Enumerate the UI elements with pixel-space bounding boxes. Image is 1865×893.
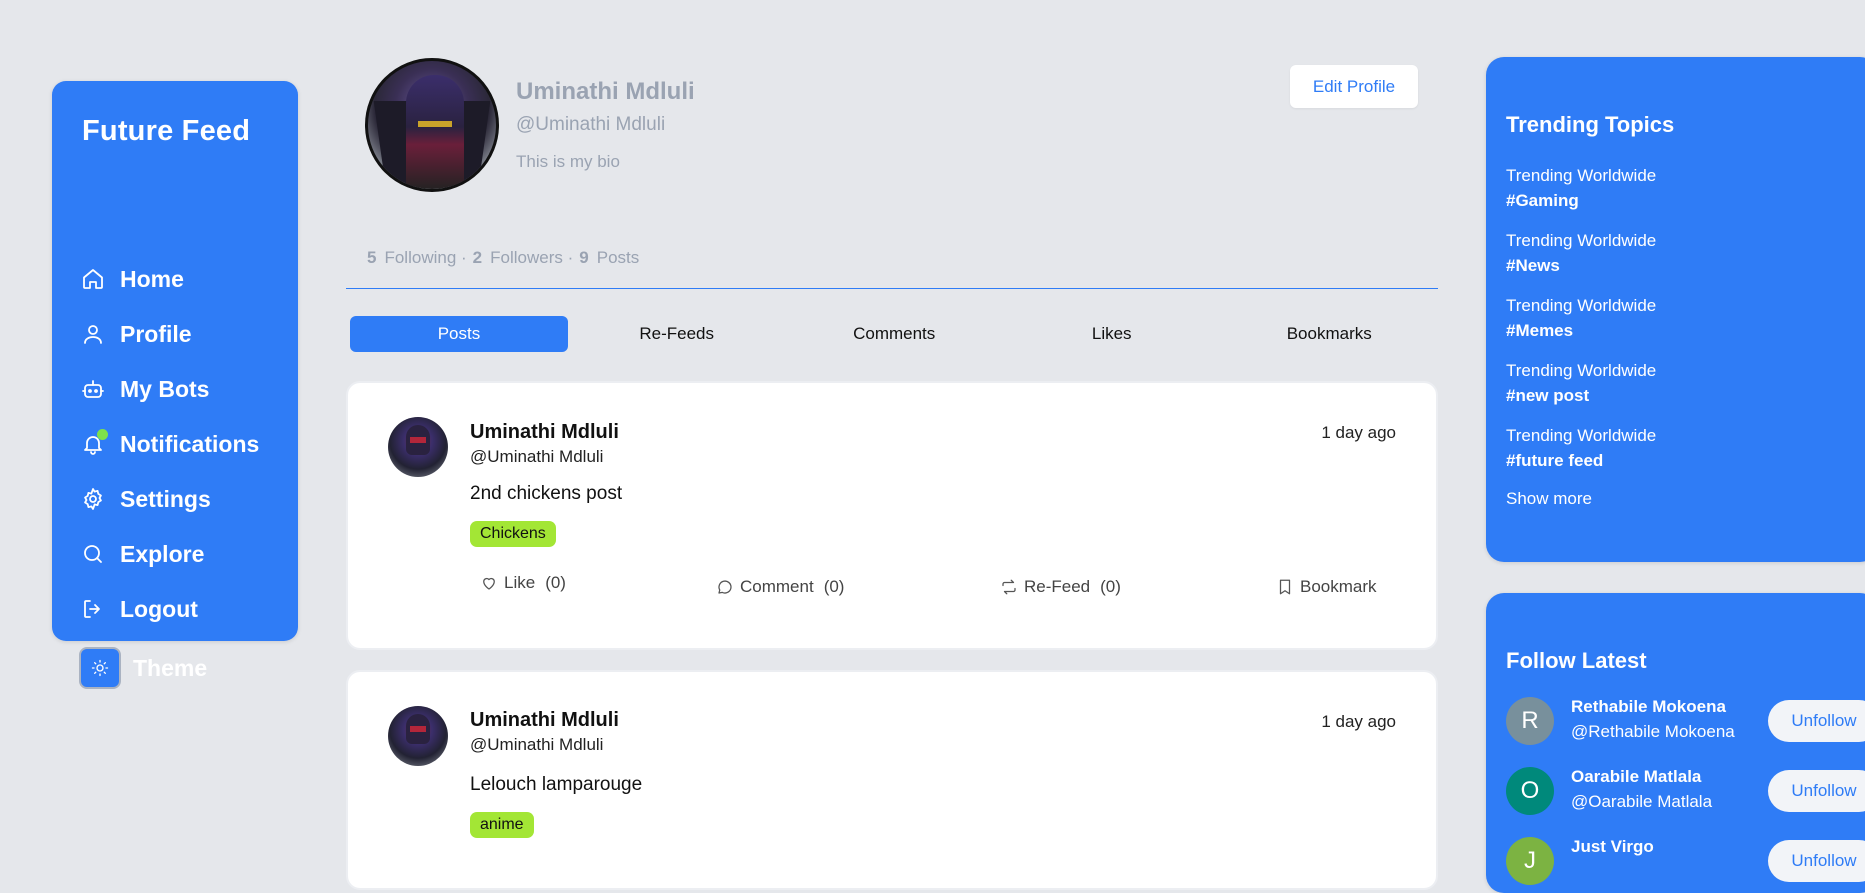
nav-item-explore[interactable]: Explore (80, 534, 204, 574)
trending-topics-card: Trending Topics Trending Worldwide #Gamin… (1486, 57, 1865, 562)
profile-handle: @Uminathi Mdluli (516, 114, 666, 135)
nav-label-notifications: Notifications (120, 430, 260, 457)
following-stat[interactable]: 5 Following · (367, 248, 467, 268)
post-timestamp: 1 day ago (1321, 712, 1396, 731)
brand-title: Future Feed (82, 115, 251, 147)
repost-icon (1002, 579, 1016, 595)
trending-item[interactable]: Trending Worldwide #Gaming (1506, 163, 1656, 213)
follow-user-row: J Just Virgo Unfollow (1506, 835, 1865, 887)
tab-re-feeds[interactable]: Re-Feeds (568, 316, 786, 352)
nav-item-profile[interactable]: Profile (80, 314, 192, 354)
nav-item-my-bots[interactable]: My Bots (80, 369, 209, 409)
post-author-handle: @Uminathi Mdluli (470, 735, 604, 754)
post-author-handle: @Uminathi Mdluli (470, 447, 604, 466)
tab-likes[interactable]: Likes (1003, 316, 1221, 352)
profile-tabs: Posts Re-Feeds Comments Likes Bookmarks (350, 316, 1438, 352)
logout-icon (80, 596, 106, 622)
user-avatar[interactable]: R (1506, 697, 1554, 745)
bookmark-icon (1279, 579, 1291, 595)
sidebar: Future Feed Home Profile My Bots Notific… (52, 81, 298, 689)
sun-icon (91, 659, 109, 677)
user-icon (80, 321, 106, 347)
tab-posts[interactable]: Posts (350, 316, 568, 352)
followers-stat[interactable]: 2 Followers · (473, 248, 574, 268)
post-card: Uminathi Mdluli @Uminathi Mdluli 1 day a… (346, 670, 1438, 890)
trending-item[interactable]: Trending Worldwide #News (1506, 228, 1656, 278)
post-tag[interactable]: anime (470, 812, 534, 838)
user-avatar[interactable]: O (1506, 767, 1554, 815)
tab-bookmarks[interactable]: Bookmarks (1220, 316, 1438, 352)
post-author-name[interactable]: Uminathi Mdluli (470, 709, 619, 732)
nav-label-theme: Theme (133, 654, 208, 681)
nav-label-settings: Settings (120, 485, 211, 512)
trending-item[interactable]: Trending Worldwide #future feed (1506, 423, 1656, 473)
user-avatar[interactable]: J (1506, 837, 1554, 885)
post-text: 2nd chickens post (470, 483, 623, 504)
user-name[interactable]: Just Virgo (1571, 837, 1654, 857)
unfollow-button[interactable]: Unfollow (1768, 840, 1865, 882)
profile-avatar[interactable] (365, 58, 499, 192)
user-name[interactable]: Oarabile Matlala (1571, 767, 1701, 787)
nav-label-profile: Profile (120, 320, 192, 347)
edit-profile-button[interactable]: Edit Profile (1290, 65, 1418, 108)
bell-icon (80, 429, 108, 457)
nav-label-explore: Explore (120, 540, 205, 567)
notification-badge-dot (97, 429, 108, 440)
profile-bio: This is my bio (516, 152, 620, 171)
user-name[interactable]: Rethabile Mokoena (1571, 697, 1726, 717)
nav-item-theme[interactable]: Theme (79, 647, 208, 689)
user-handle: @Rethabile Mokoena (1571, 722, 1735, 741)
follow-latest-card: Follow Latest R Rethabile Mokoena @Retha… (1486, 593, 1865, 893)
posts-stat: 9 Posts (579, 248, 640, 267)
post-avatar[interactable] (388, 417, 448, 477)
profile-name: Uminathi Mdluli (516, 78, 695, 105)
post-author-name[interactable]: Uminathi Mdluli (470, 421, 619, 444)
bookmark-button[interactable]: Bookmark (1276, 577, 1377, 597)
follow-user-row: O Oarabile Matlala @Oarabile Matlala Unf… (1506, 765, 1865, 817)
nav-label-logout: Logout (120, 595, 198, 622)
post-card: Uminathi Mdluli @Uminathi Mdluli 1 day a… (346, 381, 1438, 650)
user-handle: @Oarabile Matlala (1571, 792, 1713, 811)
post-text: Lelouch lamparouge (470, 774, 643, 795)
nav-item-notifications[interactable]: Notifications (80, 424, 259, 464)
heart-icon (483, 577, 495, 590)
theme-toggle-button[interactable] (79, 647, 121, 689)
nav-item-settings[interactable]: Settings (80, 479, 211, 519)
gear-icon (80, 486, 106, 512)
like-button[interactable]: Like (0) (480, 573, 566, 593)
comment-button[interactable]: Comment (0) (716, 577, 844, 597)
profile-stats: 5 Following · 2 Followers · 9 Posts (367, 248, 639, 268)
trending-item[interactable]: Trending Worldwide #new post (1506, 358, 1656, 408)
post-avatar[interactable] (388, 706, 448, 766)
nav-item-logout[interactable]: Logout (80, 589, 198, 629)
header-divider (346, 288, 1438, 289)
tab-comments[interactable]: Comments (785, 316, 1003, 352)
follow-latest-title: Follow Latest (1506, 648, 1647, 673)
trending-item[interactable]: Trending Worldwide #Memes (1506, 293, 1656, 343)
trending-title: Trending Topics (1506, 112, 1675, 137)
unfollow-button[interactable]: Unfollow (1768, 770, 1865, 812)
post-actions: Like (0) Comment (0) Re-Feed (0) Bookmark (480, 573, 1400, 607)
unfollow-button[interactable]: Unfollow (1768, 700, 1865, 742)
search-icon (80, 541, 106, 567)
nav-item-home[interactable]: Home (80, 259, 184, 299)
home-icon (80, 266, 106, 292)
bot-icon (80, 376, 106, 402)
nav-label-my-bots: My Bots (120, 375, 210, 402)
refeed-button[interactable]: Re-Feed (0) (1000, 577, 1121, 597)
nav-label-home: Home (120, 265, 184, 292)
follow-user-row: R Rethabile Mokoena @Rethabile Mokoena U… (1506, 695, 1865, 747)
post-tag[interactable]: Chickens (470, 521, 556, 547)
comment-icon (718, 580, 732, 594)
show-more-link[interactable]: Show more (1506, 489, 1592, 509)
post-timestamp: 1 day ago (1321, 423, 1396, 442)
